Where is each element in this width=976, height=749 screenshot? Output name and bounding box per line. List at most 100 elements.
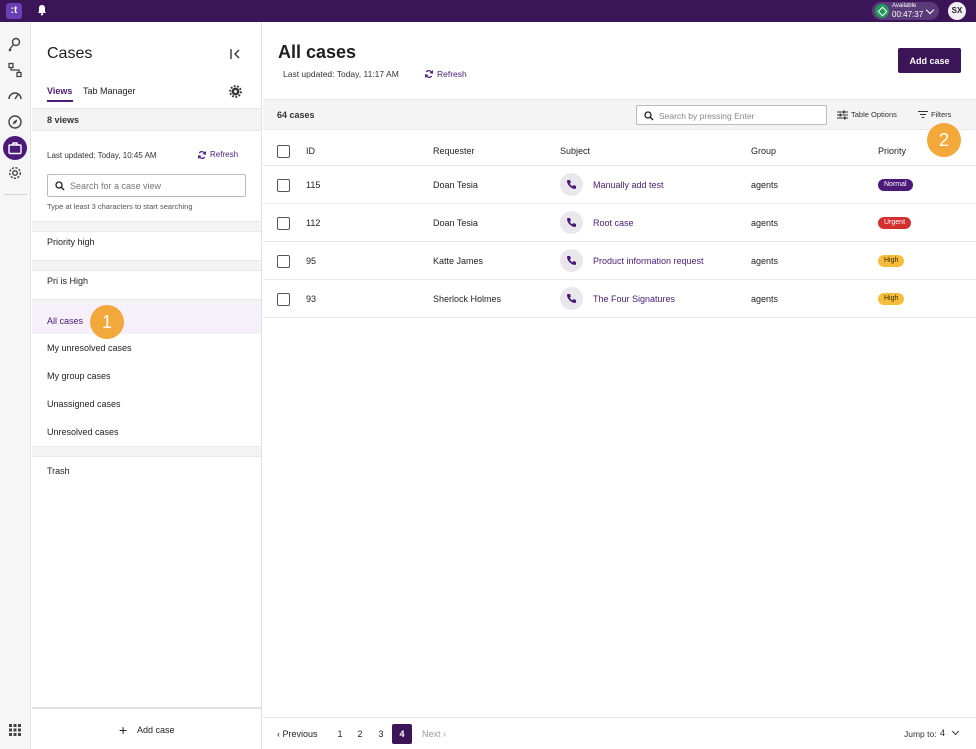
cell-requester: Doan Tesia: [433, 180, 478, 190]
case-search-box[interactable]: [636, 105, 827, 125]
avatar[interactable]: SX: [948, 2, 966, 20]
cell-id: 93: [306, 294, 317, 304]
cell-group: agents: [751, 180, 779, 190]
workflow-icon[interactable]: [7, 62, 23, 78]
refresh-icon: [424, 70, 434, 78]
section-divider: [32, 446, 261, 457]
app-logo[interactable]: :t: [6, 3, 22, 19]
chevron-down-icon[interactable]: [951, 727, 960, 736]
section-divider: [32, 221, 261, 232]
case-views-panel: Cases Views Tab Manager 8 views Last upd…: [32, 22, 262, 749]
status-label: Available: [892, 3, 917, 9]
tab-views[interactable]: Views: [47, 86, 74, 102]
previous-page-button[interactable]: ‹ Previous: [277, 729, 318, 739]
priority-badge: Normal: [878, 179, 913, 191]
collapse-panel-icon[interactable]: [229, 48, 243, 60]
settings-icon[interactable]: [7, 165, 23, 181]
view-search-box[interactable]: [47, 174, 246, 197]
column-priority[interactable]: Priority: [878, 146, 906, 156]
add-case-button[interactable]: Add case: [898, 48, 961, 73]
phone-icon: [560, 249, 583, 272]
select-all-checkbox[interactable]: [277, 145, 290, 158]
cell-id: 112: [306, 218, 321, 228]
apps-grid-icon[interactable]: [7, 722, 23, 738]
table-row[interactable]: 93 Sherlock Holmes The Four Signatures a…: [263, 280, 976, 318]
row-checkbox[interactable]: [277, 179, 290, 192]
search-icon: [55, 181, 65, 191]
row-checkbox[interactable]: [277, 255, 290, 268]
cell-subject-link[interactable]: Root case: [593, 218, 634, 228]
view-item-label: All cases: [47, 316, 84, 326]
row-checkbox[interactable]: [277, 293, 290, 306]
view-item-label: Unresolved cases: [47, 427, 119, 437]
cell-subject-link[interactable]: The Four Signatures: [593, 294, 675, 304]
cell-id: 95: [306, 256, 317, 266]
page-title: All cases: [278, 42, 357, 62]
table-header: ID Requester Subject Group Priority: [263, 130, 976, 166]
column-group[interactable]: Group: [751, 146, 776, 156]
add-case-footer-button[interactable]: + Add case: [32, 707, 261, 749]
view-count-bar: 8 views: [32, 108, 261, 131]
row-checkbox[interactable]: [277, 217, 290, 230]
column-id[interactable]: ID: [306, 146, 315, 156]
table-row[interactable]: 115 Doan Tesia Manually add test agents …: [263, 166, 976, 204]
pagination: ‹ Previous 1 2 3 4 Next › Jump to: 4: [263, 717, 976, 749]
sliders-icon: [837, 110, 848, 120]
refresh-label: Refresh: [210, 150, 239, 159]
priority-badge: Urgent: [878, 217, 912, 229]
page-button-1[interactable]: 1: [333, 729, 347, 739]
explore-icon[interactable]: [7, 114, 23, 130]
dashboard-icon[interactable]: [7, 88, 23, 104]
view-item-label: Priority high: [47, 237, 95, 247]
cases-icon[interactable]: [7, 140, 23, 156]
case-search-input[interactable]: [659, 109, 819, 122]
cell-requester: Doan Tesia: [433, 218, 478, 228]
refresh-label: Refresh: [437, 69, 467, 79]
view-search-input[interactable]: [70, 178, 240, 193]
search-hint: Type at least 3 characters to start sear…: [47, 202, 193, 211]
jump-to-label: Jump to:: [904, 729, 937, 739]
page-button-2[interactable]: 2: [353, 729, 367, 739]
status-timer: 00:47:37: [892, 10, 924, 19]
availability-toggle[interactable]: Available 00:47:37: [872, 2, 939, 20]
column-requester[interactable]: Requester: [433, 146, 475, 156]
refresh-icon: [197, 151, 207, 159]
table-row[interactable]: 95 Katte James Product information reque…: [263, 242, 976, 280]
view-item-label: My unresolved cases: [47, 343, 132, 353]
next-page-button[interactable]: Next ›: [422, 729, 446, 739]
plus-icon: +: [119, 722, 128, 738]
page-button-4-current[interactable]: 4: [392, 724, 412, 744]
cell-subject-link[interactable]: Product information request: [593, 256, 704, 266]
cell-requester: Sherlock Holmes: [433, 294, 502, 304]
filters-button[interactable]: Filters: [918, 110, 951, 119]
bell-icon[interactable]: [35, 3, 49, 17]
section-divider: [32, 260, 261, 271]
refresh-button[interactable]: Refresh: [424, 69, 467, 79]
column-subject[interactable]: Subject: [560, 146, 590, 156]
phone-icon: [560, 287, 583, 310]
page-button-3[interactable]: 3: [374, 729, 388, 739]
step-marker-1: 1: [90, 305, 124, 339]
chevron-down-icon: [925, 5, 935, 15]
cell-group: agents: [751, 294, 779, 304]
jump-to-select[interactable]: 4: [940, 728, 945, 738]
status-dot-icon: [875, 4, 889, 18]
cell-subject-link[interactable]: Manually add test: [593, 180, 664, 190]
panel-title: Cases: [47, 45, 93, 62]
case-count: 64 cases: [277, 110, 315, 120]
table-row[interactable]: 112 Doan Tesia Root case agents Urgent: [263, 204, 976, 242]
tab-tab-manager[interactable]: Tab Manager: [83, 86, 136, 96]
phone-icon: [560, 173, 583, 196]
refresh-button[interactable]: Refresh: [197, 150, 238, 159]
priority-badge: High: [878, 293, 905, 305]
routes-icon[interactable]: [7, 37, 23, 53]
gear-icon[interactable]: [229, 85, 242, 98]
table-options-label: Table Options: [851, 110, 897, 119]
cell-group: agents: [751, 256, 779, 266]
table-options-button[interactable]: Table Options: [837, 110, 897, 120]
filter-icon: [918, 110, 928, 119]
phone-icon: [560, 211, 583, 234]
priority-badge: High: [878, 255, 905, 267]
last-updated: Last updated: Today, 11:17 AM: [283, 69, 399, 79]
add-case-label: Add case: [137, 725, 175, 735]
